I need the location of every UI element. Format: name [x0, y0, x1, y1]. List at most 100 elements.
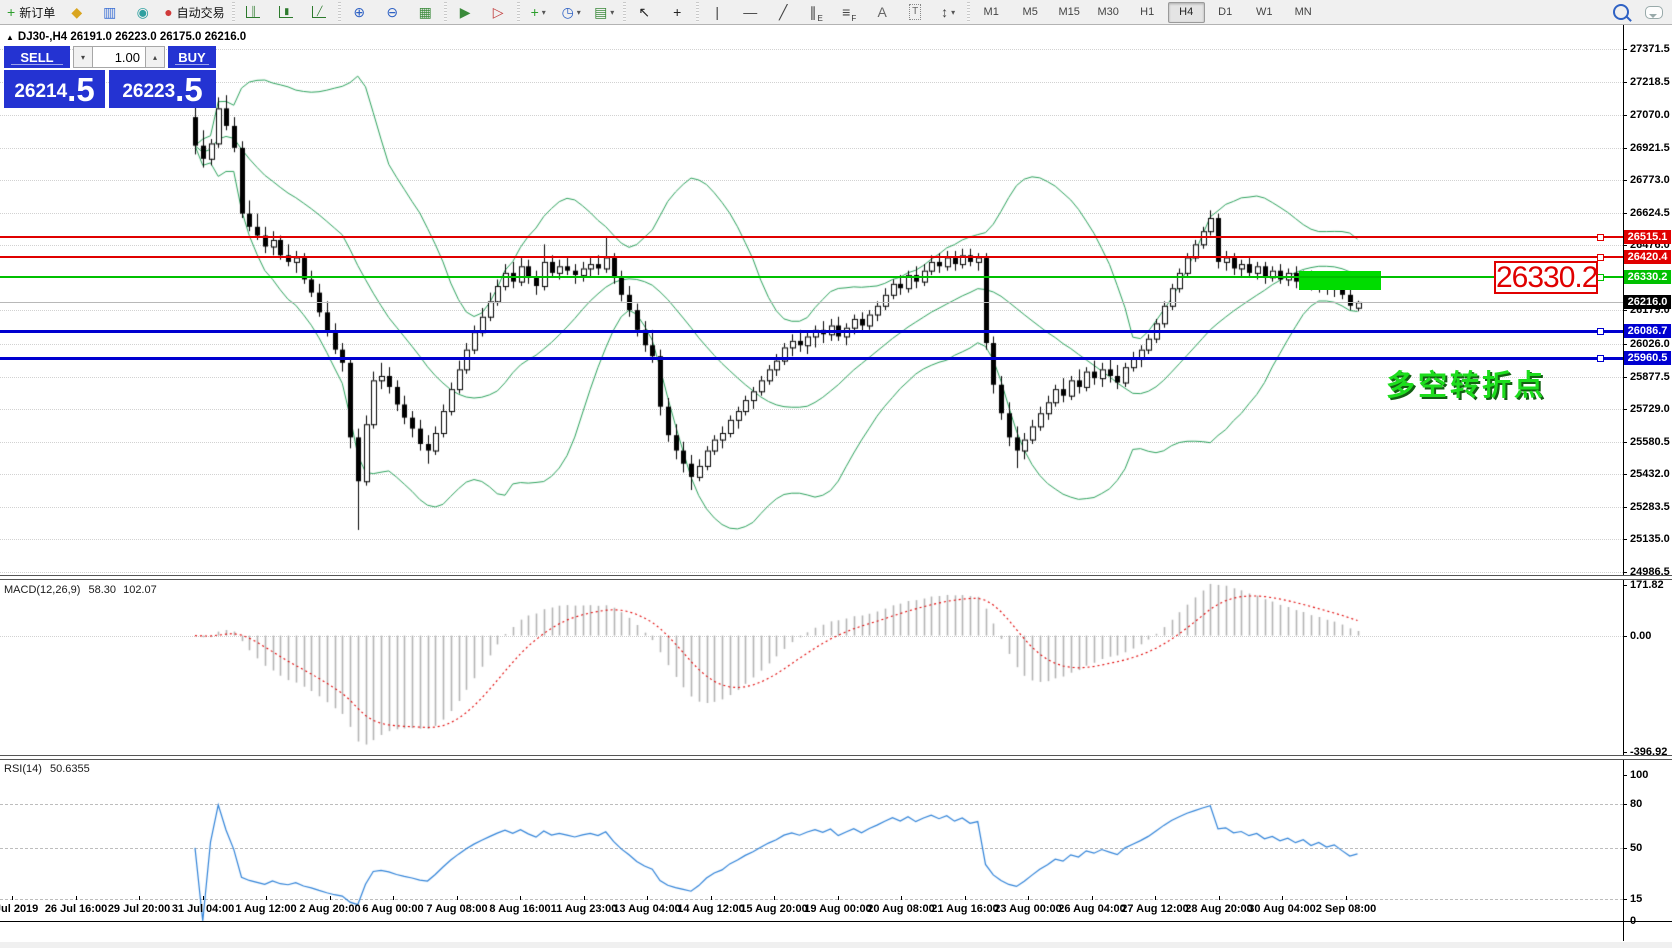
crosshair-button[interactable]: + [662, 1, 693, 24]
time-axis-tick [1282, 896, 1283, 900]
buy-price[interactable]: 26223.5 [109, 70, 216, 108]
time-axis-label: 7 Aug 08:00 [426, 903, 488, 915]
add-indicator-button[interactable]: + ▾ [523, 1, 554, 24]
pane-separator-macd[interactable] [0, 575, 1672, 580]
rsi-axis-tick [1623, 804, 1627, 805]
new-order-icon: + [7, 4, 16, 20]
timeframe-button-m5[interactable]: M5 [1012, 2, 1049, 23]
horizontal-line-button[interactable]: — [735, 1, 766, 24]
periods-button[interactable]: ◷ ▾ [556, 1, 587, 24]
timeframe-button-m30[interactable]: M30 [1090, 2, 1127, 23]
chart-canvas[interactable] [0, 25, 1623, 948]
chat-button[interactable] [1638, 1, 1669, 24]
price-axis-label: 27371.5 [1630, 43, 1670, 55]
time-axis-label: 5 Jul 2019 [0, 903, 39, 915]
macd-axis-label: 0.00 [1630, 630, 1652, 642]
tile-windows-button[interactable]: ▦ [410, 1, 441, 24]
volume-increase-button[interactable]: ▴ [145, 46, 165, 68]
chat-icon [1644, 5, 1663, 19]
price-axis-label: 26921.5 [1630, 142, 1670, 154]
text-label-button[interactable]: T [900, 1, 931, 24]
line-chart-button[interactable]: ╱ [304, 1, 335, 24]
clock-icon: ◷ [561, 4, 574, 20]
timeframe-button-w1[interactable]: W1 [1246, 2, 1283, 23]
collapse-triangle-icon[interactable]: ▲ [6, 33, 14, 42]
channel-button[interactable]: ∥ E [801, 1, 832, 24]
price-text-label[interactable]: 26330.2 [1494, 261, 1598, 294]
timeframe-button-d1[interactable]: D1 [1207, 2, 1244, 23]
support-line-2-handle[interactable] [1597, 355, 1604, 362]
chart-area[interactable]: 26330.2 多空转折点 27371.5 27218.5 27070.0 26921… [0, 25, 1672, 948]
current-price-line[interactable] [0, 302, 1623, 303]
price-axis-tick [1623, 310, 1627, 311]
bar-chart-button[interactable]: ║ [238, 1, 269, 24]
price-marker-26330.2: 26330.2 [1624, 270, 1671, 284]
templates-button[interactable]: ▤ ▾ [589, 1, 620, 24]
text-icon: A [877, 4, 887, 20]
annotation-text[interactable]: 多空转折点 [1386, 362, 1546, 404]
price-axis-tick [1623, 115, 1627, 116]
zoom-in-button[interactable]: ⊕ [344, 1, 375, 24]
new-order-button[interactable]: + 新订单 [3, 1, 59, 24]
timeframe-button-mn[interactable]: MN [1285, 2, 1322, 23]
rsi-axis-label: 50 [1630, 842, 1643, 854]
time-axis-label: 8 Aug 16:00 [489, 903, 551, 915]
time-axis-label: 21 Aug 16:00 [931, 903, 999, 915]
price-axis-tick [1623, 213, 1627, 214]
support-line-1-handle[interactable] [1597, 328, 1604, 335]
price-marker-26216.0: 26216.0 [1624, 295, 1671, 309]
sell-button[interactable]: SELL [4, 46, 70, 68]
sell-price-frac: .5 [67, 71, 95, 108]
timeframe-button-m1[interactable]: M1 [973, 2, 1010, 23]
time-axis-tick [838, 896, 839, 900]
pivot-line-handle[interactable] [1597, 274, 1604, 281]
channel-icon-suffix: E [817, 13, 823, 23]
trendline-button[interactable]: ╱ [768, 1, 799, 24]
sell-price[interactable]: 26214.5 [4, 70, 105, 108]
fibonacci-button[interactable]: ≡ F [834, 1, 865, 24]
market-watch-button[interactable]: ▥ [94, 1, 125, 24]
chart-shift-button[interactable]: ▷ [483, 1, 514, 24]
volume-decrease-button[interactable]: ▾ [73, 46, 93, 68]
buy-button[interactable]: BUY [168, 46, 216, 68]
resistance-line-2[interactable] [0, 256, 1623, 258]
support-line-2[interactable] [0, 357, 1623, 360]
dropdown-caret-icon: ▾ [541, 7, 546, 17]
price-axis-tick [1623, 377, 1627, 378]
indicator-list-button[interactable]: ◆ [61, 1, 92, 24]
price-axis-tick [1623, 344, 1627, 345]
price-axis-label: 25283.5 [1630, 501, 1670, 513]
candlestick-chart-button[interactable]: ▮ [271, 1, 302, 24]
cursor-button[interactable]: ↖ [629, 1, 660, 24]
time-axis-label: 30 Aug 04:00 [1248, 903, 1316, 915]
time-axis-label: 28 Aug 20:00 [1185, 903, 1253, 915]
time-axis-tick [901, 896, 902, 900]
resistance-line-1-handle[interactable] [1597, 234, 1604, 241]
time-axis-label: 6 Aug 00:00 [362, 903, 424, 915]
signals-button[interactable]: ◉ [127, 1, 158, 24]
market-watch-icon: ▥ [103, 4, 117, 20]
rsi-name: RSI(14) [4, 763, 42, 775]
volume-input[interactable] [93, 46, 145, 68]
macd-value-signal: 102.07 [123, 584, 157, 596]
search-button[interactable] [1605, 1, 1636, 24]
rsi-axis-label: 15 [1630, 893, 1643, 905]
timeframe-button-h4[interactable]: H4 [1167, 1, 1205, 23]
text-button[interactable]: A [867, 1, 898, 24]
auto-scroll-button[interactable]: ▶ [450, 1, 481, 24]
vertical-line-button[interactable]: | [702, 1, 733, 24]
pane-separator-rsi[interactable] [0, 755, 1672, 760]
timeframe-button-h1[interactable]: H1 [1129, 2, 1166, 23]
resistance-line-2-handle[interactable] [1597, 254, 1604, 261]
timeframe-button-m15[interactable]: M15 [1051, 2, 1088, 23]
zoom-out-button[interactable]: ⊖ [377, 1, 408, 24]
search-icon [1612, 4, 1629, 20]
pivot-line[interactable] [0, 276, 1623, 278]
resistance-line-1[interactable] [0, 236, 1623, 238]
time-axis-tick [1028, 896, 1029, 900]
auto-trading-button[interactable]: ● 自动交易 [160, 1, 228, 24]
zoom-out-icon: ⊖ [386, 4, 399, 20]
highlight-rectangle[interactable] [1299, 271, 1381, 290]
support-line-1[interactable] [0, 330, 1623, 333]
arrows-button[interactable]: ↕ ▾ [933, 1, 964, 24]
